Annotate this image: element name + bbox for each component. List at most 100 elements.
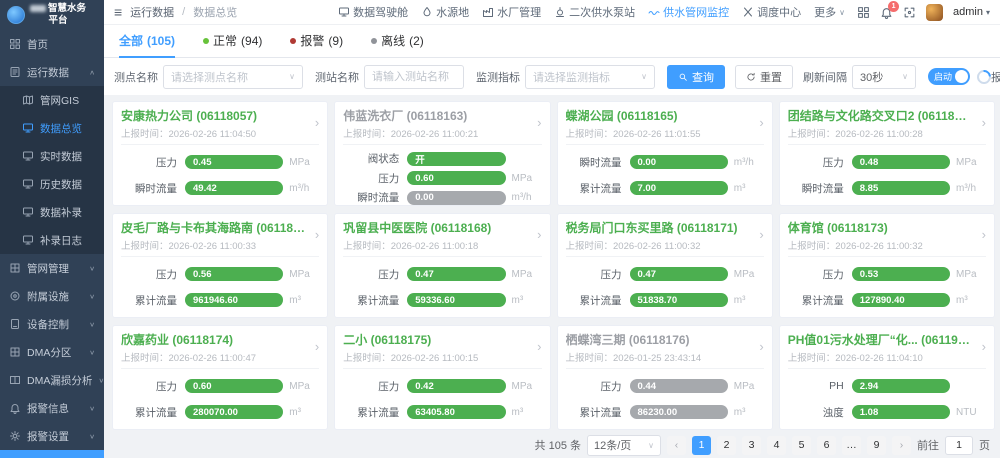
sidebar-item-DMA分区[interactable]: DMA分区 ∨	[0, 338, 104, 366]
sidebar-item-首页[interactable]: 首页	[0, 30, 104, 58]
user-avatar[interactable]	[926, 3, 944, 21]
metric-unit: m³/h	[733, 156, 754, 168]
tab-全部[interactable]: 全部 (105)	[119, 25, 176, 58]
page-button-6[interactable]: 6	[817, 435, 836, 455]
menu-collapse-icon[interactable]: ≡	[114, 5, 122, 19]
station-card: 巩留县中医医院 (06118168) 上报时间：2026-02-26 11:00:…	[334, 213, 551, 318]
chevron-right-icon[interactable]: ›	[315, 228, 319, 241]
metric-value: 开	[415, 154, 425, 166]
metric-unit: m³	[733, 406, 746, 418]
sidebar-item-补录日志[interactable]: 补录日志	[0, 226, 104, 254]
redacted-brand-prefix	[30, 5, 46, 13]
card-metrics: PH 2.94 浊度 1.08 NTU	[788, 369, 986, 425]
page-button-4[interactable]: 4	[767, 435, 786, 455]
chevron-right-icon[interactable]: ›	[982, 228, 986, 241]
pump-station-icon	[554, 6, 566, 18]
page-button-5[interactable]: 5	[792, 435, 811, 455]
topnav-item-1[interactable]: 数据驾驶舱	[338, 4, 408, 20]
chevron-right-icon[interactable]: ›	[537, 116, 541, 129]
sidebar-item-数据总览[interactable]: 数据总览	[0, 114, 104, 142]
metric-row: 压力 0.60 MPa	[343, 169, 541, 189]
apps-grid-icon[interactable]	[857, 6, 870, 19]
page-button-3[interactable]: 3	[742, 435, 761, 455]
metric-label: 压力	[378, 268, 400, 281]
topnav-item-7[interactable]: 更多 ∨	[814, 4, 845, 20]
breadcrumb-current: 数据总览	[193, 7, 238, 19]
card-metrics: 瞬时流量 0.00 m³/h 累计流量 7.00 m³	[566, 145, 764, 201]
user-menu[interactable]: admin ▾	[953, 6, 990, 18]
chevron-right-icon[interactable]: ›	[982, 116, 986, 129]
metric-label: PH	[829, 380, 844, 392]
facility-icon	[9, 290, 21, 302]
metric-row: 瞬时流量3.84m³/h	[343, 313, 541, 317]
metric-value-bar: 开	[407, 151, 506, 166]
tab-报警[interactable]: 报警 (9)	[290, 25, 343, 58]
sidebar-item-报警报表[interactable]: 报警报表	[0, 450, 104, 458]
brand-name: 智慧水务 平台	[30, 3, 86, 27]
prev-page-button[interactable]: ‹	[667, 435, 686, 455]
sidebar-item-实时数据[interactable]: 实时数据	[0, 142, 104, 170]
sidebar-item-报警信息[interactable]: 报警信息 ∨	[0, 394, 104, 422]
station-input[interactable]	[364, 64, 464, 89]
breadcrumb-parent[interactable]: 运行数据	[130, 4, 174, 20]
auto-refresh-toggle[interactable]: 启动	[928, 68, 970, 85]
topnav-item-3[interactable]: 水厂管理	[482, 4, 541, 20]
tab-离线[interactable]: 离线 (2)	[371, 25, 424, 58]
sidebar-item-报警设置[interactable]: 报警设置 ∨	[0, 422, 104, 450]
chevron-right-icon[interactable]: ›	[982, 340, 986, 353]
metric-unit: MPa	[956, 268, 977, 280]
station-title: 体育馆 (06118173)	[787, 221, 888, 235]
chevron-right-icon[interactable]: ›	[759, 228, 763, 241]
metric-value-bar: 0.60	[407, 171, 506, 186]
metric-unit: m³	[511, 406, 524, 418]
fullscreen-icon[interactable]	[903, 6, 916, 19]
chevron-right-icon[interactable]: ›	[759, 340, 763, 353]
chevron-right-icon[interactable]: ›	[315, 340, 319, 353]
page-button-1[interactable]: 1	[692, 435, 711, 455]
page-ellipsis[interactable]: …	[842, 435, 861, 455]
sidebar-item-设备控制[interactable]: 设备控制 ∨	[0, 310, 104, 338]
chevron-up-icon: ∧	[89, 68, 95, 76]
page-size-select[interactable]: 12条/页 ∨	[587, 434, 661, 456]
chevron-right-icon[interactable]: ›	[759, 116, 763, 129]
card-header: 团结路与文化路交叉口2 (06118166) 上报时间：2026-02-26 11…	[787, 107, 986, 145]
page-button-2[interactable]: 2	[717, 435, 736, 455]
topnav-item-5[interactable]: 供水管网监控	[648, 4, 729, 20]
sidebar-item-管网GIS[interactable]: 管网GIS	[0, 86, 104, 114]
topnav-item-4[interactable]: 二次供水泵站	[554, 4, 635, 20]
search-button[interactable]: 查询	[667, 64, 725, 89]
chevron-right-icon[interactable]: ›	[537, 228, 541, 241]
metric-value: 0.60	[415, 172, 434, 184]
tab-正常[interactable]: 正常 (94)	[203, 25, 262, 58]
station-title: 皮毛厂路与卡布其海路南 (06118167)	[121, 221, 318, 235]
station-card: 伟蓝洗衣厂 (06118163) 上报时间：2026-02-26 11:00:21…	[334, 101, 551, 206]
next-page-button[interactable]: ›	[892, 435, 911, 455]
site-select[interactable]: 请选择测点名称 ∨	[163, 64, 303, 89]
sidebar-item-DMA漏损分析[interactable]: DMA漏损分析 ∨	[0, 366, 104, 394]
sidebar-item-管网管理[interactable]: 管网管理 ∨	[0, 254, 104, 282]
notification-bell-button[interactable]: 1	[880, 0, 900, 19]
alarm-legend-link[interactable]: 报警底色说明 ?	[991, 69, 1000, 85]
sidebar-item-运行数据[interactable]: 运行数据 ∧	[0, 58, 104, 86]
topnav-item-2[interactable]: 水源地	[421, 4, 469, 20]
alarm-legend-label: 报警底色说明	[991, 71, 1000, 84]
refresh-interval-select[interactable]: 30秒 ∨	[852, 64, 916, 89]
page-button-9[interactable]: 9	[867, 435, 886, 455]
topnav-item-6[interactable]: 调度中心	[742, 4, 801, 20]
sidebar-item-附属设施[interactable]: 附属设施 ∨	[0, 282, 104, 310]
reset-button[interactable]: 重置	[735, 64, 793, 89]
metric-select[interactable]: 请选择监测指标 ∨	[525, 64, 655, 89]
metric-label: 浊度	[822, 406, 844, 419]
card-header: 欣嘉药业 (06118174) 上报时间：2026-02-26 11:00:47	[121, 331, 320, 369]
sidebar-item-历史数据[interactable]: 历史数据	[0, 170, 104, 198]
metric-value-bar: 8.85	[851, 181, 950, 195]
goto-page-input[interactable]	[945, 435, 973, 455]
goto-suffix-label: 页	[979, 440, 990, 452]
metric-value-bar: 0.45	[185, 155, 284, 169]
metric-value-bar: 280070.00	[185, 405, 284, 419]
chevron-right-icon[interactable]: ›	[315, 116, 319, 129]
sidebar-item-数据补录[interactable]: 数据补录	[0, 198, 104, 226]
chevron-right-icon[interactable]: ›	[537, 340, 541, 353]
metric-unit: m³	[733, 182, 746, 194]
metric-value-bar: 1.08	[851, 405, 950, 419]
